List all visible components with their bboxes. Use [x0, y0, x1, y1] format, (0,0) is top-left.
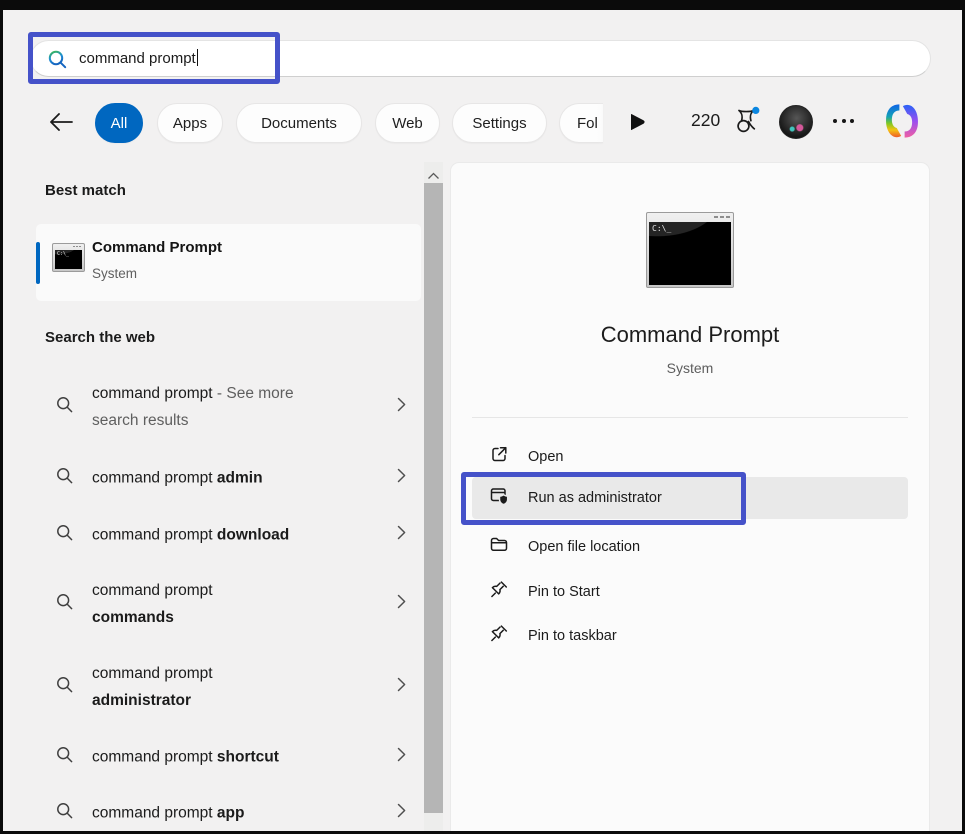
selection-accent-bar — [36, 242, 40, 284]
chevron-right-icon — [397, 803, 406, 823]
action-pin-to-taskbar[interactable]: Pin to taskbar — [450, 618, 930, 654]
web-suggestion-shortcut[interactable]: command prompt shortcut — [36, 739, 421, 775]
search-web-heading: Search the web — [45, 329, 155, 346]
folder-icon — [489, 535, 509, 560]
command-prompt-icon: C:\_ — [52, 243, 85, 272]
search-icon — [56, 746, 73, 768]
web-suggestion-app[interactable]: command prompt app — [36, 795, 421, 831]
screenshot-frame: command prompt All Apps Documents Web Se… — [0, 0, 965, 834]
search-icon — [56, 676, 73, 698]
text-caret — [197, 49, 199, 66]
pin-icon — [489, 624, 509, 649]
tab-clip-fade — [597, 101, 631, 145]
copilot-icon[interactable] — [881, 100, 923, 147]
search-icon — [56, 467, 73, 489]
chevron-right-icon — [397, 594, 406, 614]
web-suggestion-download[interactable]: command prompt download — [36, 517, 421, 553]
search-icon — [56, 524, 73, 546]
search-input[interactable]: command prompt — [30, 40, 931, 77]
web-suggestion-administrator[interactable]: command promptadministrator — [36, 654, 421, 720]
preview-subtitle: System — [450, 360, 930, 376]
action-open-file-location[interactable]: Open file location — [450, 529, 930, 565]
shield-window-icon — [489, 485, 510, 511]
web-suggestion-commands[interactable]: command promptcommands — [36, 571, 421, 637]
tab-web[interactable]: Web — [375, 103, 440, 143]
pin-icon — [489, 580, 509, 605]
divider — [472, 417, 908, 418]
action-open[interactable]: Open — [450, 439, 930, 475]
best-match-heading: Best match — [45, 182, 126, 199]
chevron-right-icon — [397, 747, 406, 767]
chevron-right-icon — [397, 397, 406, 417]
command-prompt-icon-large: C:\_ — [646, 212, 734, 288]
search-query-text: command prompt — [79, 41, 198, 76]
best-match-subtitle: System — [92, 266, 137, 281]
tab-documents[interactable]: Documents — [236, 103, 362, 143]
more-options-icon[interactable] — [833, 119, 854, 123]
web-suggestion-see-more[interactable]: command prompt - See moresearch results — [36, 374, 421, 440]
search-icon — [56, 396, 73, 418]
best-match-item[interactable]: C:\_ Command Prompt System — [36, 224, 421, 301]
action-pin-to-start[interactable]: Pin to Start — [450, 574, 930, 610]
user-avatar[interactable] — [779, 105, 813, 139]
rewards-icon[interactable] — [734, 106, 760, 140]
web-suggestion-admin[interactable]: command prompt admin — [36, 460, 421, 496]
chevron-right-icon — [397, 525, 406, 545]
preview-title: Command Prompt — [450, 322, 930, 348]
chevron-right-icon — [397, 468, 406, 488]
search-icon — [48, 50, 67, 74]
tab-all[interactable]: All — [95, 103, 143, 143]
rewards-points: 220 — [691, 110, 720, 131]
action-run-as-administrator[interactable]: Run as administrator — [450, 480, 930, 516]
tab-apps[interactable]: Apps — [157, 103, 223, 143]
back-arrow-icon[interactable] — [47, 110, 75, 134]
best-match-title: Command Prompt — [92, 239, 222, 256]
chevron-right-icon — [397, 677, 406, 697]
search-icon — [56, 802, 73, 824]
scrollbar-thumb[interactable] — [424, 183, 443, 813]
tab-settings[interactable]: Settings — [452, 103, 547, 143]
open-external-icon — [489, 445, 509, 470]
search-icon — [56, 593, 73, 615]
